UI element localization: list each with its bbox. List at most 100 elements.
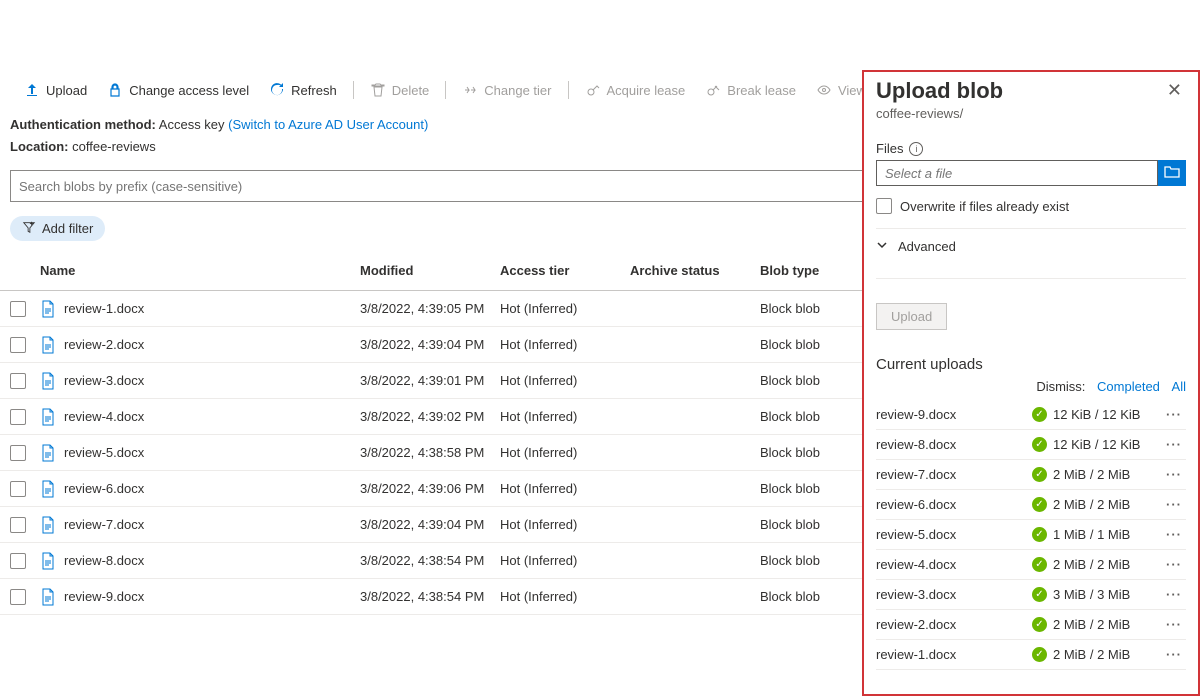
panel-title: Upload blob — [876, 78, 1003, 104]
browse-button[interactable] — [1158, 160, 1186, 186]
refresh-button[interactable]: Refresh — [261, 78, 345, 102]
overwrite-checkbox[interactable] — [876, 198, 892, 214]
chevron-down-icon — [876, 239, 888, 254]
col-name[interactable]: Name — [40, 263, 360, 278]
success-icon: ✓ — [1032, 467, 1047, 482]
more-icon[interactable]: ··· — [1162, 407, 1186, 422]
blob-type: Block blob — [760, 409, 850, 424]
row-checkbox[interactable] — [10, 373, 26, 389]
row-checkbox[interactable] — [10, 517, 26, 533]
more-icon[interactable]: ··· — [1162, 497, 1186, 512]
upload-icon — [24, 82, 40, 98]
document-icon — [40, 588, 56, 606]
change-access-button[interactable]: Change access level — [99, 78, 257, 102]
col-tier[interactable]: Access tier — [500, 263, 630, 278]
overwrite-label: Overwrite if files already exist — [900, 199, 1069, 214]
refresh-icon — [269, 82, 285, 98]
row-checkbox[interactable] — [10, 553, 26, 569]
upload-row: review-8.docx✓12 KiB / 12 KiB··· — [876, 430, 1186, 460]
dismiss-completed-link[interactable]: Completed — [1097, 379, 1160, 394]
acquire-lease-label: Acquire lease — [607, 83, 686, 98]
upload-name: review-6.docx — [876, 497, 1032, 512]
filter-icon — [22, 220, 36, 237]
delete-button[interactable]: Delete — [362, 78, 438, 102]
more-icon[interactable]: ··· — [1162, 617, 1186, 632]
row-checkbox[interactable] — [10, 337, 26, 353]
blob-tier: Hot (Inferred) — [500, 373, 630, 388]
col-modified[interactable]: Modified — [360, 263, 500, 278]
row-checkbox[interactable] — [10, 301, 26, 317]
break-lease-button[interactable]: Break lease — [697, 78, 804, 102]
acquire-lease-button[interactable]: Acquire lease — [577, 78, 694, 102]
change-access-label: Change access level — [129, 83, 249, 98]
blob-type: Block blob — [760, 337, 850, 352]
dismiss-label: Dismiss: — [1036, 379, 1085, 394]
upload-name: review-7.docx — [876, 467, 1032, 482]
row-checkbox[interactable] — [10, 445, 26, 461]
info-icon[interactable]: i — [909, 142, 923, 156]
upload-row: review-3.docx✓3 MiB / 3 MiB··· — [876, 580, 1186, 610]
add-filter-button[interactable]: Add filter — [10, 216, 105, 241]
add-filter-label: Add filter — [42, 221, 93, 236]
success-icon: ✓ — [1032, 647, 1047, 662]
close-icon[interactable]: ✕ — [1163, 78, 1186, 103]
blob-type: Block blob — [760, 589, 850, 604]
upload-name: review-9.docx — [876, 407, 1032, 422]
upload-name: review-8.docx — [876, 437, 1032, 452]
change-tier-button[interactable]: Change tier — [454, 78, 559, 102]
document-icon — [40, 552, 56, 570]
location-label: Location: — [10, 139, 69, 154]
col-type[interactable]: Blob type — [760, 263, 850, 278]
upload-row: review-6.docx✓ 2 MiB / 2 MiB ··· — [876, 490, 1186, 520]
col-archive[interactable]: Archive status — [630, 263, 760, 278]
upload-blob-panel: Upload blob coffee-reviews/ ✕ Files i Ov… — [862, 70, 1200, 696]
upload-name: review-2.docx — [876, 617, 1032, 632]
upload-row: review-5.docx✓1 MiB / 1 MiB··· — [876, 520, 1186, 550]
blob-tier: Hot (Inferred) — [500, 337, 630, 352]
blob-name: review-9.docx — [64, 589, 144, 604]
blob-name: review-6.docx — [64, 481, 144, 496]
blob-tier: Hot (Inferred) — [500, 409, 630, 424]
blob-tier: Hot (Inferred) — [500, 481, 630, 496]
upload-size: 2 MiB / 2 MiB — [1053, 557, 1130, 572]
upload-button[interactable]: Upload — [16, 78, 95, 102]
upload-size: 1 MiB / 1 MiB — [1053, 527, 1130, 542]
switch-auth-link[interactable]: (Switch to Azure AD User Account) — [228, 117, 428, 132]
document-icon — [40, 444, 56, 462]
blob-modified: 3/8/2022, 4:38:54 PM — [360, 553, 500, 568]
dismiss-all-link[interactable]: All — [1172, 379, 1186, 394]
blob-name: review-7.docx — [64, 517, 144, 532]
files-label: Files — [876, 141, 903, 156]
blob-type: Block blob — [760, 517, 850, 532]
file-select-input[interactable] — [876, 160, 1158, 186]
success-icon: ✓ — [1032, 497, 1047, 512]
upload-row: review-9.docx✓12 KiB / 12 KiB··· — [876, 400, 1186, 430]
row-checkbox[interactable] — [10, 409, 26, 425]
blob-type: Block blob — [760, 445, 850, 460]
document-icon — [40, 408, 56, 426]
blob-type: Block blob — [760, 373, 850, 388]
blob-modified: 3/8/2022, 4:38:58 PM — [360, 445, 500, 460]
success-icon: ✓ — [1032, 407, 1047, 422]
upload-name: review-3.docx — [876, 587, 1032, 602]
row-checkbox[interactable] — [10, 589, 26, 605]
more-icon[interactable]: ··· — [1162, 557, 1186, 572]
more-icon[interactable]: ··· — [1162, 587, 1186, 602]
document-icon — [40, 480, 56, 498]
lock-icon — [107, 82, 123, 98]
upload-label: Upload — [46, 83, 87, 98]
success-icon: ✓ — [1032, 587, 1047, 602]
blob-modified: 3/8/2022, 4:39:04 PM — [360, 517, 500, 532]
row-checkbox[interactable] — [10, 481, 26, 497]
more-icon[interactable]: ··· — [1162, 467, 1186, 482]
upload-size: 2 MiB / 2 MiB — [1053, 497, 1130, 512]
blob-tier: Hot (Inferred) — [500, 445, 630, 460]
more-icon[interactable]: ··· — [1162, 527, 1186, 542]
advanced-toggle[interactable]: Advanced — [876, 229, 1186, 264]
blob-modified: 3/8/2022, 4:39:04 PM — [360, 337, 500, 352]
separator — [568, 81, 569, 99]
more-icon[interactable]: ··· — [1162, 437, 1186, 452]
upload-submit-button[interactable]: Upload — [876, 303, 947, 330]
blob-modified: 3/8/2022, 4:39:02 PM — [360, 409, 500, 424]
more-icon[interactable]: ··· — [1162, 647, 1186, 662]
